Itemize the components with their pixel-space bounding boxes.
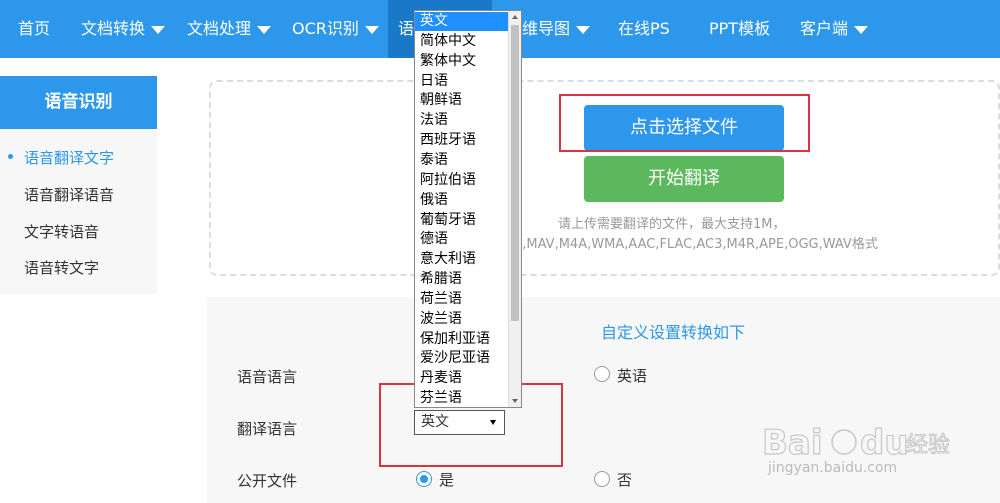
speech-language-label: 语音语言 [237, 368, 298, 386]
translate-language-label: 翻译语言 [237, 420, 298, 438]
nav-item-label: PPT模板 [709, 19, 771, 38]
speech-language-english-label: 英语 [617, 367, 648, 385]
caret-down-icon [576, 25, 591, 34]
nav-item-label: 维导图 [522, 19, 571, 38]
sidebar-title: 语音识别 [0, 76, 157, 129]
dropdown-option[interactable]: 荷兰语 [415, 290, 509, 309]
upload-tip-line1: 请上传需要翻译的文件，最大支持1M， [558, 217, 786, 232]
public-file-label: 公开文件 [237, 472, 298, 490]
dropdown-option[interactable]: 英文 [415, 12, 509, 31]
public-file-yes-label: 是 [439, 471, 455, 489]
dropdown-option[interactable]: 泰语 [415, 151, 509, 170]
dropdown-option[interactable]: 法语 [415, 111, 509, 130]
public-file-no-label: 否 [617, 471, 633, 489]
public-file-yes-radio[interactable] [416, 471, 432, 487]
sidebar-item-speech-to-speech[interactable]: 语音翻译语音 [24, 184, 114, 205]
nav-item-label: 客户端 [800, 19, 849, 38]
nav-item-label: 文档转换 [81, 19, 146, 38]
nav-item-ppt-template[interactable]: PPT模板 [709, 0, 770, 58]
annotation-box-choose-file [559, 94, 810, 152]
nav-item-label: 在线PS [618, 19, 670, 38]
nav-item-doc-convert[interactable]: 文档转换 [81, 0, 166, 58]
upload-tip-line2: 3,MAV,M4A,WMA,AAC,FLAC,AC3,M4R,APE,OGG,W… [514, 237, 878, 252]
dropdown-option[interactable]: 阿拉伯语 [415, 171, 509, 190]
speech-language-english-radio[interactable] [594, 366, 610, 382]
svg-text:Bai: Bai [762, 423, 823, 463]
dropdown-option[interactable]: 波兰语 [415, 310, 509, 329]
language-dropdown-list[interactable]: 英文 简体中文 繁体中文 日语 朝鲜语 法语 西班牙语 泰语 阿拉伯语 俄语 葡萄牙语 德语 意大利语希… [414, 10, 522, 408]
watermark-url: jingyan.baidu.com [768, 460, 898, 476]
nav-item-doc-process[interactable]: 文档处理 [187, 0, 272, 58]
dropdown-option[interactable]: 朝鲜语 [415, 91, 509, 110]
nav-item-home[interactable]: 首页 [18, 0, 50, 58]
dropdown-option[interactable]: 芬兰语 [415, 389, 509, 407]
dropdown-option[interactable]: 保加利亚语 [415, 330, 509, 349]
dropdown-option[interactable]: 西班牙语 [415, 131, 509, 150]
scroll-down-arrow-icon[interactable] [512, 399, 518, 403]
start-translate-button[interactable]: 开始翻译 [584, 156, 784, 202]
caret-down-icon [151, 25, 166, 34]
dropdown-option[interactable]: 爱沙尼亚语 [415, 349, 509, 368]
caret-down-icon [854, 25, 869, 34]
sidebar-item-speech-to-text[interactable]: 语音转文字 [24, 257, 99, 278]
dropdown-option[interactable]: 意大利语 [415, 250, 509, 269]
dropdown-option[interactable]: 日语 [415, 72, 509, 91]
active-indicator-dot [8, 154, 13, 159]
settings-title: 自定义设置转换如下 [601, 323, 746, 342]
nav-item-label: 文档处理 [187, 19, 252, 38]
dropdown-option[interactable]: 希腊语 [415, 270, 509, 289]
nav-item-label: 语 [398, 19, 415, 38]
nav-item-online-ps[interactable]: 在线PS [618, 0, 670, 58]
nav-item-label: 首页 [18, 19, 51, 38]
scroll-up-arrow-icon[interactable] [512, 15, 518, 19]
svg-text:du: du [860, 423, 909, 463]
sidebar-item-speech-to-text-translate[interactable]: 语音翻译文字 [24, 147, 114, 168]
dropdown-option[interactable]: 繁体中文 [415, 52, 509, 71]
dropdown-scrollbar[interactable] [508, 11, 521, 407]
dropdown-option[interactable]: 德语 [415, 230, 509, 249]
nav-item-client[interactable]: 客户端 [800, 0, 869, 58]
nav-item-label: OCR识别 [292, 19, 359, 38]
dropdown-option[interactable]: 葡萄牙语 [415, 211, 509, 230]
svg-text:经验: 经验 [906, 433, 950, 458]
caret-down-icon [364, 25, 379, 34]
nav-item-mindmap[interactable]: 维导图 [522, 0, 591, 58]
dropdown-option[interactable]: 俄语 [415, 191, 509, 210]
sidebar-item-text-to-speech[interactable]: 文字转语音 [24, 221, 99, 242]
nav-item-ocr[interactable]: OCR识别 [292, 0, 379, 58]
dropdown-option[interactable]: 简体中文 [415, 32, 509, 51]
caret-down-icon [257, 25, 272, 34]
dropdown-option[interactable]: 丹麦语 [415, 369, 509, 388]
public-file-no-radio[interactable] [594, 471, 610, 487]
scrollbar-thumb[interactable] [511, 25, 519, 321]
